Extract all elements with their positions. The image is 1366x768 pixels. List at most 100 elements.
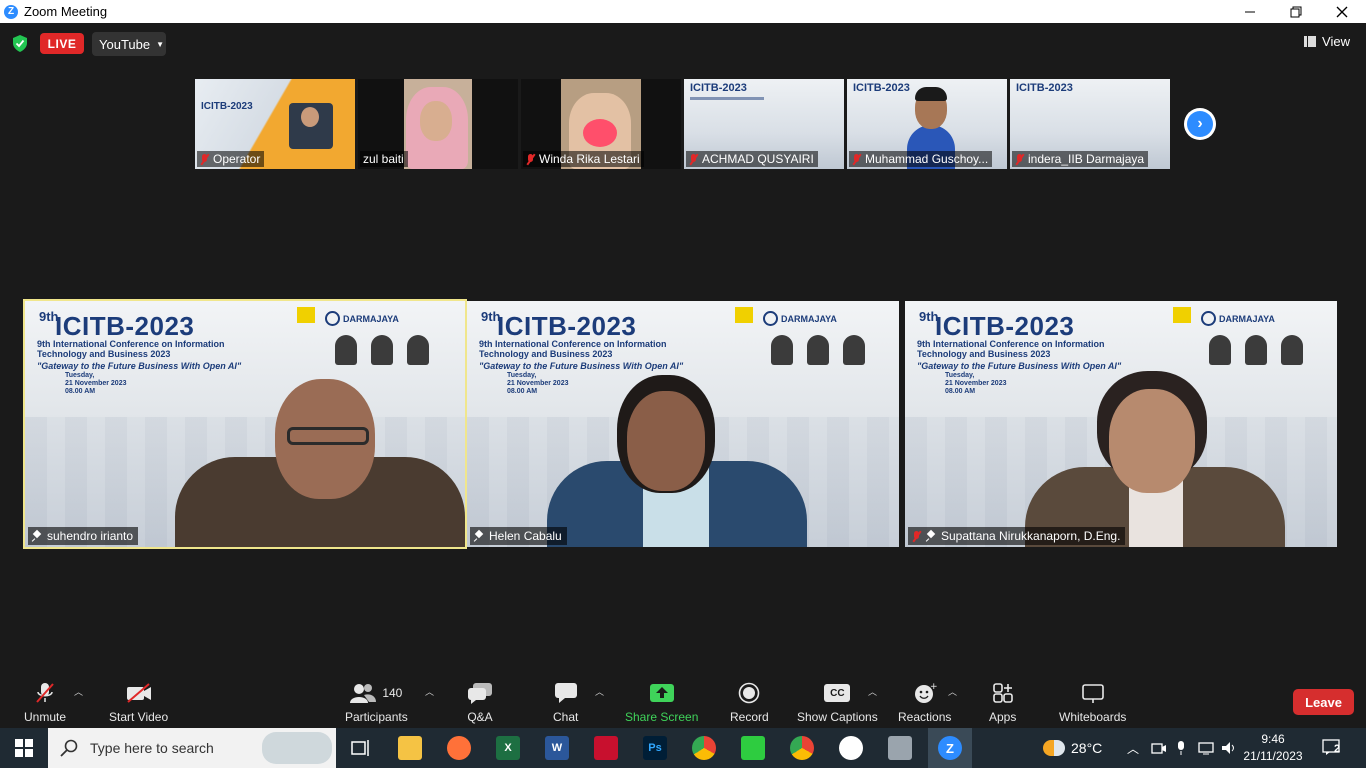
apps-button[interactable]: Apps xyxy=(989,681,1016,724)
reactions-button[interactable]: + Reactions xyxy=(898,681,951,724)
thumbnail-banner-title: ICITB-2023 xyxy=(690,82,747,94)
search-placeholder: Type here to search xyxy=(90,740,214,756)
start-button[interactable] xyxy=(0,728,48,768)
apps-label: Apps xyxy=(989,710,1017,724)
captions-options-caret[interactable]: ︿ xyxy=(868,685,877,698)
firefox-icon[interactable] xyxy=(447,736,471,760)
notification-center-button[interactable]: 2 xyxy=(1322,728,1344,768)
excel-icon[interactable]: X xyxy=(496,736,520,760)
mic-muted-icon xyxy=(36,683,54,703)
show-captions-button[interactable]: CC Show Captions xyxy=(797,681,878,724)
notification-count-badge: 2 xyxy=(1334,743,1341,755)
banner-title: ICITB-2023 xyxy=(55,311,195,341)
windows-taskbar: Type here to search X W Ps Z 28°C ︿ 9:46… xyxy=(0,728,1366,768)
chevron-right-icon: › xyxy=(1187,111,1213,137)
live-badge[interactable]: LIVE xyxy=(40,33,84,54)
participant-name-tag: indera_IIB Darmajaya xyxy=(1012,151,1149,167)
taskbar-clock[interactable]: 9:46 21/11/2023 xyxy=(1236,731,1310,765)
meet-now-icon[interactable] xyxy=(1151,728,1167,768)
task-view-button[interactable] xyxy=(349,736,373,760)
mic-muted-icon xyxy=(689,153,698,165)
volume-icon[interactable] xyxy=(1221,728,1237,768)
view-label: View xyxy=(1322,34,1350,49)
phone-app-icon[interactable] xyxy=(741,736,765,760)
leave-button[interactable]: Leave xyxy=(1293,689,1354,715)
whatsapp-icon[interactable] xyxy=(839,736,863,760)
reactions-options-caret[interactable]: ︿ xyxy=(948,685,957,698)
sponsor-logo xyxy=(1173,307,1191,323)
participants-count: 140 xyxy=(382,686,403,700)
task-view-icon xyxy=(351,740,369,756)
stream-target-dropdown[interactable]: YouTube ▼ xyxy=(92,32,166,56)
minimize-button[interactable] xyxy=(1227,0,1273,23)
reactions-smiley-icon: + xyxy=(914,682,937,703)
taskbar-search-box[interactable]: Type here to search xyxy=(48,728,336,768)
show-captions-label: Show Captions xyxy=(797,710,878,724)
org-logo: DARMAJAYA xyxy=(325,311,399,326)
next-page-button[interactable]: › xyxy=(1184,108,1216,140)
minimize-icon xyxy=(1245,11,1255,12)
unmute-button[interactable]: Unmute xyxy=(24,681,66,724)
thumbnail-video-muhammad-guschoy[interactable]: ICITB-2023 Muhammad Guschoy... xyxy=(847,79,1007,169)
thumbnail-video-zul-baiti[interactable]: zul baiti xyxy=(358,79,518,169)
clock-time: 9:46 xyxy=(1261,732,1285,746)
chevron-up-icon: ︿ xyxy=(1127,741,1140,756)
start-video-label: Start Video xyxy=(109,710,169,724)
participant-name-tag: Muhammad Guschoy... xyxy=(849,151,993,167)
start-video-button[interactable]: Start Video xyxy=(109,681,168,724)
thumbnail-video-indera-iib-darmajaya[interactable]: ICITB-2023 indera_IIB Darmajaya xyxy=(1010,79,1170,169)
weather-widget[interactable]: 28°C xyxy=(1043,728,1102,768)
chat-button[interactable]: Chat xyxy=(553,681,578,724)
mic-muted-icon xyxy=(912,530,921,542)
thumbnail-video-winda-rika-lestari[interactable]: Winda Rika Lestari xyxy=(521,79,681,169)
thumbnail-video-achmad-qusyairi[interactable]: ICITB-2023 ACHMAD QUSYAIRI xyxy=(684,79,844,169)
whiteboard-icon xyxy=(1081,684,1104,703)
share-screen-button[interactable]: Share Screen xyxy=(625,681,698,724)
printer-icon[interactable] xyxy=(888,736,912,760)
audio-options-caret[interactable]: ︿ xyxy=(74,685,83,698)
svg-text:+: + xyxy=(930,682,937,692)
zoom-taskbar-button[interactable]: Z xyxy=(928,728,972,768)
chrome-profile-icon[interactable] xyxy=(790,736,814,760)
participants-icon xyxy=(350,684,377,703)
zoom-icon: Z xyxy=(938,736,962,760)
video-tile-suhendro-irianto[interactable]: 9th ICITB-2023 9th International Confere… xyxy=(23,299,467,549)
video-off-icon xyxy=(126,683,151,703)
chrome-icon[interactable] xyxy=(692,736,716,760)
photoshop-icon[interactable]: Ps xyxy=(643,736,667,760)
screen-capture-icon[interactable] xyxy=(594,736,618,760)
tray-overflow-button[interactable]: ︿ xyxy=(1127,728,1139,768)
microphone-icon[interactable] xyxy=(1175,728,1187,768)
participants-label: Participants xyxy=(345,710,408,724)
network-icon[interactable] xyxy=(1198,728,1216,768)
temperature-text: 28°C xyxy=(1071,740,1103,756)
participant-video xyxy=(1025,341,1285,547)
whiteboards-button[interactable]: Whiteboards xyxy=(1059,681,1126,724)
participants-options-caret[interactable]: ︿ xyxy=(425,685,434,698)
chat-label: Chat xyxy=(553,710,579,724)
close-button[interactable] xyxy=(1319,0,1365,23)
thumbnail-video-operator[interactable]: ICITB-2023 Operator xyxy=(195,79,355,169)
qa-button[interactable]: Q&A xyxy=(467,681,493,724)
unmute-label: Unmute xyxy=(24,710,67,724)
video-tile-supattana-nirukkanaporn[interactable]: 9th ICITB-2023 9th International Confere… xyxy=(905,301,1337,547)
thumbnail-banner-title: ICITB-2023 xyxy=(1016,82,1073,94)
restore-button[interactable] xyxy=(1273,0,1319,23)
security-shield-icon[interactable] xyxy=(12,35,28,52)
participants-button[interactable]: 140 Participants xyxy=(345,681,408,724)
windows-logo-icon xyxy=(15,739,33,757)
org-logo: DARMAJAYA xyxy=(763,311,837,326)
captions-cc-icon: CC xyxy=(824,684,851,702)
record-button[interactable]: Record xyxy=(730,681,769,724)
video-tile-helen-cabalu[interactable]: 9th ICITB-2023 9th International Confere… xyxy=(467,301,899,547)
apps-icon xyxy=(992,683,1013,703)
record-icon xyxy=(739,682,760,704)
sponsor-logo xyxy=(735,307,753,323)
zoom-logo-icon: Z xyxy=(4,4,18,19)
view-button[interactable]: View xyxy=(1304,34,1350,49)
chat-options-caret[interactable]: ︿ xyxy=(595,685,604,698)
file-explorer-icon[interactable] xyxy=(398,736,422,760)
meeting-stage: LIVE YouTube ▼ View ICITB-2023 Operator … xyxy=(0,23,1366,673)
participant-name-tag: suhendro irianto xyxy=(28,527,139,545)
word-icon[interactable]: W xyxy=(545,736,569,760)
